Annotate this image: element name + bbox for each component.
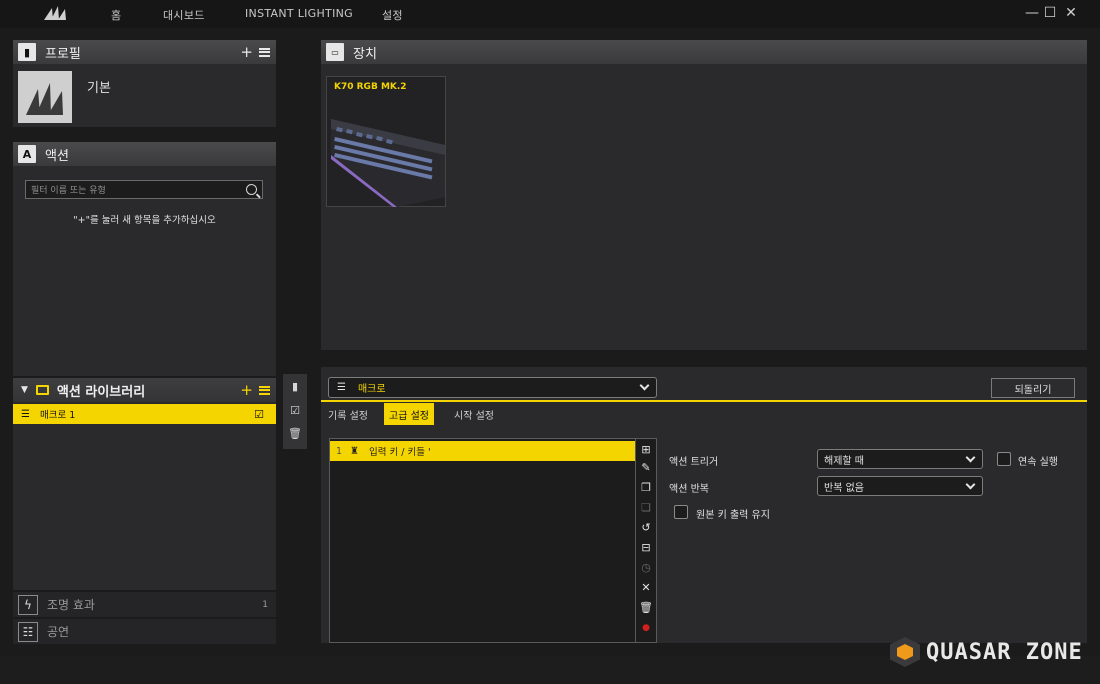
tab-start-settings[interactable]: 시작 설정 [449, 403, 499, 425]
corsair-sails-icon [26, 83, 63, 115]
macro-step-row[interactable]: 1 ♜ 입력 키 / 키들 ' [330, 441, 635, 461]
search-icon[interactable] [246, 184, 257, 195]
duplicate-icon[interactable]: ❐ [639, 481, 653, 495]
paste-icon[interactable]: ❏ [639, 501, 653, 515]
performance-row[interactable]: ☷ 공연 [13, 618, 276, 644]
undo-icon[interactable]: ↺ [639, 521, 653, 535]
nav-dashboard[interactable]: 대시보드 [163, 7, 205, 23]
keyboard-icon: ▭ [326, 43, 344, 61]
macro-step-list[interactable]: 1 ♜ 입력 키 / 키들 ' [329, 438, 636, 643]
lightning-icon: ϟ [18, 594, 38, 615]
devices-title: 장치 [353, 46, 377, 62]
list-icon: ☰ [337, 382, 346, 393]
devices-header: ▭ 장치 [321, 40, 1087, 64]
minimize-button[interactable]: — [1024, 5, 1040, 21]
lighting-effects-label: 조명 효과 [47, 598, 95, 612]
trash-icon[interactable]: 🗑 [288, 427, 302, 441]
editor-accent-line [321, 400, 1087, 402]
performance-icon: ☷ [18, 621, 38, 642]
tab-advanced-settings[interactable]: 고급 설정 [384, 403, 434, 425]
check-icon[interactable]: ☑ [288, 404, 302, 418]
close-button[interactable]: ✕ [1063, 5, 1079, 21]
add-step-icon[interactable]: ⊞ [639, 443, 653, 457]
library-title: 액션 라이브러리 [56, 384, 146, 400]
actions-letter-icon: A [18, 145, 36, 163]
trash-icon[interactable]: 🗑 [639, 601, 653, 615]
action-trigger-value: 해제할 때 [824, 455, 864, 467]
actions-title: 액션 [45, 148, 69, 164]
profile-header: ▮ 프로필 + [13, 40, 276, 64]
continuous-run-checkbox[interactable] [997, 452, 1011, 466]
step-label: 입력 키 / 키들 ' [369, 447, 431, 458]
library-header: ▼ 액션 라이브러리 + [13, 378, 276, 402]
action-repeat-value: 반복 없음 [824, 482, 864, 494]
chevron-down-icon [965, 452, 976, 463]
chevron-down-icon [965, 479, 976, 490]
keep-original-key-checkbox[interactable] [674, 505, 688, 519]
profile-menu-icon[interactable] [259, 47, 270, 57]
record-icon[interactable]: ● [639, 621, 653, 635]
step-index: 1 [336, 445, 343, 457]
action-search-field[interactable]: 필터 이름 또는 유형 [25, 180, 263, 199]
add-profile-button[interactable]: + [240, 43, 253, 61]
list-icon: ☰ [21, 408, 30, 420]
library-item-macro-1[interactable]: ☰ 매크로 1 ☑ [13, 404, 276, 424]
nav-home[interactable]: 홈 [111, 7, 121, 23]
library-menu-icon[interactable] [259, 385, 270, 395]
folder-icon [35, 385, 49, 395]
title-bar: 홈 대시보드 INSTANT LIGHTING 설정 — ☐ ✕ [0, 0, 1100, 28]
revert-button[interactable]: 되돌리기 [991, 378, 1075, 398]
action-type-dropdown[interactable]: ☰ 매크로 [328, 377, 657, 398]
search-placeholder: 필터 이름 또는 유형 [31, 186, 106, 196]
maximize-button[interactable]: ☐ [1042, 5, 1058, 21]
continuous-run-label: 연속 실행 [1018, 457, 1058, 468]
collapse-triangle-icon[interactable]: ▼ [21, 385, 28, 395]
key-icon: ♜ [350, 445, 360, 457]
add-delay-icon[interactable]: ⊟ [639, 541, 653, 555]
profile-title: 프로필 [45, 46, 81, 62]
action-type-value: 매크로 [357, 384, 386, 395]
keyboard-image [331, 119, 445, 207]
performance-label: 공연 [47, 625, 70, 639]
remove-delay-icon[interactable]: ◷ [639, 561, 653, 575]
device-name: K70 RGB MK.2 [334, 82, 407, 92]
add-action-button[interactable]: + [240, 381, 253, 399]
action-trigger-label: 액션 트리거 [669, 457, 719, 468]
actions-header: A 액션 [13, 142, 276, 166]
watermark-text: QUASAR ZONE [926, 639, 1083, 665]
edit-icon[interactable]: ✎ [639, 461, 653, 475]
nav-settings[interactable]: 설정 [382, 7, 403, 23]
delete-step-icon[interactable]: ✕ [639, 581, 653, 595]
step-tools: ⊞ ✎ ❐ ❏ ↺ ⊟ ◷ ✕ 🗑 ● [636, 438, 657, 643]
chevron-down-icon [639, 380, 650, 391]
profile-avatar[interactable] [18, 71, 72, 123]
profile-name: 기본 [87, 81, 111, 96]
quasarzone-logo-icon [890, 637, 920, 667]
lighting-effects-row[interactable]: ϟ 조명 효과 1 [13, 591, 276, 617]
copy-icon[interactable]: ▮ [288, 380, 302, 394]
action-repeat-label: 액션 반복 [669, 484, 709, 495]
library-tools: ▮ ☑ 🗑 [283, 374, 307, 449]
library-item-label: 매크로 1 [39, 410, 76, 421]
library-body [13, 402, 276, 590]
checkbox-checked-icon[interactable]: ☑ [254, 408, 264, 421]
nav-instant-lighting[interactable]: INSTANT LIGHTING [245, 7, 353, 20]
profile-icon: ▮ [18, 43, 36, 61]
corsair-logo-icon [44, 6, 66, 20]
watermark: QUASAR ZONE [890, 637, 1083, 667]
keep-original-key-label: 원본 키 출력 유지 [696, 510, 770, 521]
tab-record-settings[interactable]: 기록 설정 [323, 403, 373, 425]
lighting-effects-count: 1 [262, 599, 268, 610]
action-repeat-dropdown[interactable]: 반복 없음 [817, 476, 983, 496]
device-card-k70[interactable]: K70 RGB MK.2 [326, 76, 446, 207]
add-hint-text: "+"를 눌러 새 항목을 추가하십시오 [73, 215, 216, 226]
action-trigger-dropdown[interactable]: 해제할 때 [817, 449, 983, 469]
